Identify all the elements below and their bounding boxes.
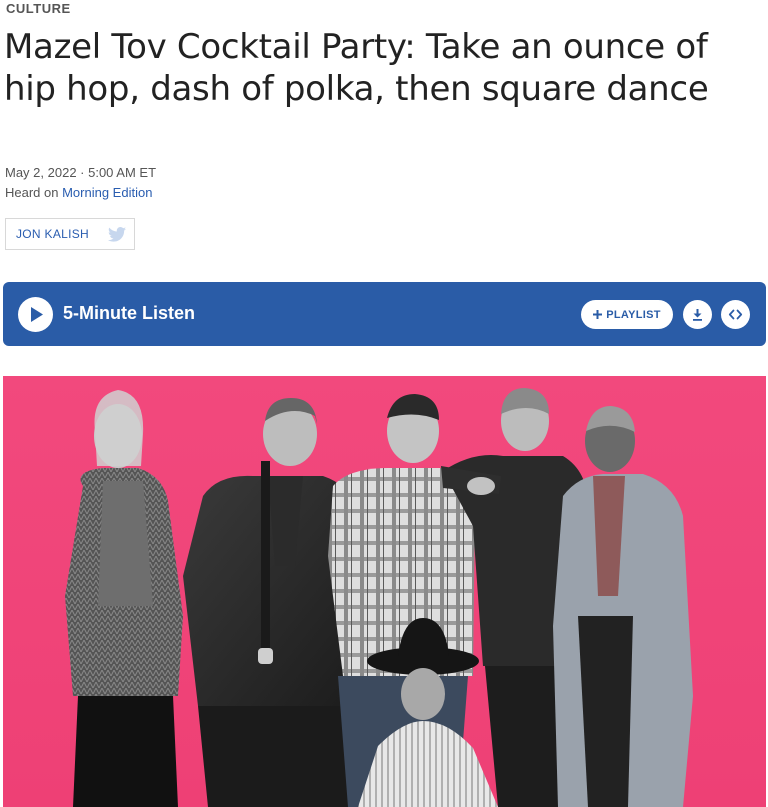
embed-icon — [728, 309, 743, 320]
byline-box: JON KALISH — [5, 218, 135, 250]
article-dateline: May 2, 2022 · 5:00 AM ET — [5, 165, 157, 180]
embed-button[interactable] — [721, 300, 750, 329]
article-headline: Mazel Tov Cocktail Party: Take an ounce … — [4, 27, 709, 109]
twitter-icon[interactable] — [108, 226, 126, 242]
audio-player: 5-Minute Listen PLAYLIST — [3, 282, 766, 346]
program-link[interactable]: Morning Edition — [62, 185, 152, 200]
play-icon — [31, 307, 43, 322]
heard-on: Heard on Morning Edition — [5, 185, 152, 200]
section-link[interactable]: CULTURE — [6, 1, 71, 16]
playlist-label: PLAYLIST — [606, 308, 661, 321]
add-to-playlist-button[interactable]: PLAYLIST — [581, 300, 673, 329]
plus-icon — [593, 310, 603, 319]
download-button[interactable] — [683, 300, 712, 329]
article-photo — [3, 376, 766, 807]
listen-duration-label: 5-Minute Listen — [63, 303, 196, 323]
play-button[interactable] — [18, 297, 53, 332]
heard-on-prefix: Heard on — [5, 185, 63, 200]
author-name-link[interactable]: JON KALISH — [16, 227, 89, 241]
download-icon — [693, 309, 702, 321]
band-photo-illustration — [3, 376, 766, 807]
